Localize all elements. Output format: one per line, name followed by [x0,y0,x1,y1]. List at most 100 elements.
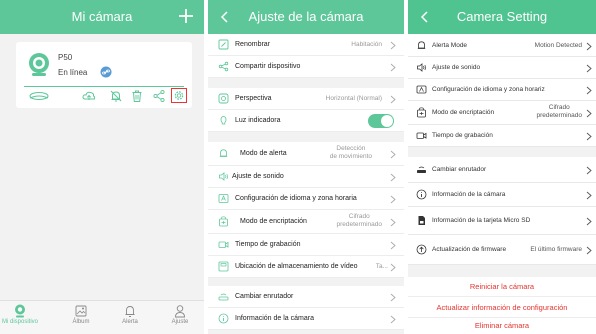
tab-my-device[interactable]: Mi dispositivo [0,304,40,325]
row-label: Configuración de idioma y zona horariz [432,86,545,93]
row-label: Tiempo de grabación [235,241,301,248]
lock-icon [219,216,228,227]
sound-setting-row[interactable]: Ajuste de sonido [408,57,596,79]
perspective-row[interactable]: Perspectiva Horizontal (Normal) [208,88,404,110]
row-label: Información de la cámara [432,191,506,198]
chevron-right-icon [390,218,396,227]
tab-settings[interactable]: Ajuste [160,304,200,325]
restart-camera-button[interactable]: Reiniciar la cámara [408,277,596,297]
row-label: Cambiar enrutador [235,293,294,300]
perspective-icon [218,93,229,104]
language-timezone-row[interactable]: Configuración de idioma y zona horaria [208,188,404,210]
divider [24,86,184,87]
chevron-right-icon [390,95,396,104]
row-label: Modo de alerta [240,150,287,157]
section-gap [408,147,596,157]
tab-alert[interactable]: Alerta [110,304,150,325]
alert-mode-row[interactable]: Modo de alerta Detección de movimiento [208,142,404,166]
tab-label: Álbum [72,319,90,325]
rename-row[interactable]: Renombrar Habitación [208,34,404,56]
video-storage-row[interactable]: Ubicación de almacenamiento de vídeo Ta.… [208,256,404,278]
encryption-mode-row[interactable]: Modo de encriptación Cifrado predetermin… [208,210,404,234]
row-label: Tiempo de grabación [432,132,493,139]
cloud-icon[interactable] [82,89,96,103]
tab-label: Mi dispositivo [1,319,38,325]
chevron-right-icon [390,241,396,250]
my-camera-screen: Mi cámara P50 En línea Mi dispositivo Ál… [0,0,204,334]
language-icon [416,85,427,94]
row-value-line: Cifrado [348,213,370,220]
chevron-right-icon [390,173,396,182]
tab-label: Ajuste [171,319,189,325]
indicator-light-toggle[interactable] [368,114,394,128]
edit-icon [218,39,229,50]
row-value-line: predeterminado [336,221,382,228]
row-label: Renombrar [235,41,271,48]
chevron-right-icon [586,42,592,51]
camera-icon [15,304,25,318]
change-router-row[interactable]: Cambiar enrutador [208,286,404,308]
firmware-update-row[interactable]: Actualización de firmware El último firm… [408,235,596,265]
chevron-right-icon [390,63,396,72]
update-config-button[interactable]: Actualizar información de configuración [408,298,596,318]
share-icon [218,61,229,72]
change-router-row[interactable]: Cambiar enrutador [408,157,596,183]
chevron-right-icon [586,86,592,95]
camera-avatar-icon [29,53,49,76]
lock-icon [417,107,426,118]
tab-album[interactable]: Álbum [61,304,101,325]
indicator-light-row: Luz indicadora [208,110,404,132]
storage-icon [218,261,229,272]
row-value-line: predeterminado [536,112,582,119]
router-icon [417,166,426,173]
row-value: Cifrado predeterminado [536,104,582,120]
row-value: Habitación [351,41,382,48]
chevron-right-icon [586,246,592,255]
chevron-right-icon [390,263,396,272]
alert-mode-row[interactable]: Alerta Mode Motion Detected [408,35,596,57]
share-icon[interactable] [152,89,166,103]
tab-label: Alerta [122,319,138,325]
page-title: Mi cámara [71,9,133,24]
encryption-mode-row[interactable]: Modo de encriptación Cifrado predetermin… [408,101,596,125]
info-icon [218,313,229,324]
row-label: Alerta Mode [432,42,468,49]
row-label: Ubicación de almacenamiento de vídeo [235,263,358,270]
page-title: Camera Setting [456,9,548,24]
camera-info-row[interactable]: Información de la cámara [208,308,404,330]
header: Ajuste de la cámara [208,0,404,34]
delete-camera-button[interactable]: Eliminar cámara [408,318,596,334]
row-value: El último firmware [530,246,582,253]
bottom-tab-bar: Mi dispositivo Álbum Alerta Ajuste [0,300,204,334]
info-icon [416,189,427,200]
recording-time-row[interactable]: Tiempo de grabación [208,234,404,256]
language-timezone-row[interactable]: Configuración de idioma y zona horariz [408,79,596,101]
lightbulb-icon [220,116,227,125]
chevron-right-icon [390,315,396,324]
camera-card[interactable]: P50 En línea [16,42,192,108]
album-icon [75,305,87,317]
share-device-row[interactable]: Compartir dispositivo [208,56,404,78]
section-gap [408,265,596,277]
chevron-right-icon [586,166,592,175]
sound-setting-row[interactable]: Ajuste de sonido [208,166,404,188]
add-icon[interactable] [176,6,196,26]
delete-icon[interactable] [130,89,144,103]
row-label: Información de la cámara [235,315,314,322]
alarm-off-icon[interactable] [109,89,123,103]
row-label: Perspectiva [235,95,272,102]
row-value-line: de movimiento [329,153,372,160]
panorama-icon[interactable] [28,89,50,103]
recording-time-row[interactable]: Tiempo de grabación [408,125,596,147]
sd-card-info-row[interactable]: Información de la tarjeta Micro SD [408,207,596,235]
gear-icon[interactable] [171,88,187,103]
row-value: Motion Detected [534,42,582,49]
bell-icon [219,149,228,157]
chevron-right-icon [390,293,396,302]
bell-icon [125,306,135,317]
row-label: Información de la tarjeta Micro SD [432,217,531,224]
toggle-knob [381,115,393,127]
camera-info-row[interactable]: Información de la cámara [408,183,596,207]
bell-icon [417,41,426,49]
row-value-line: Cifrado [548,104,570,111]
